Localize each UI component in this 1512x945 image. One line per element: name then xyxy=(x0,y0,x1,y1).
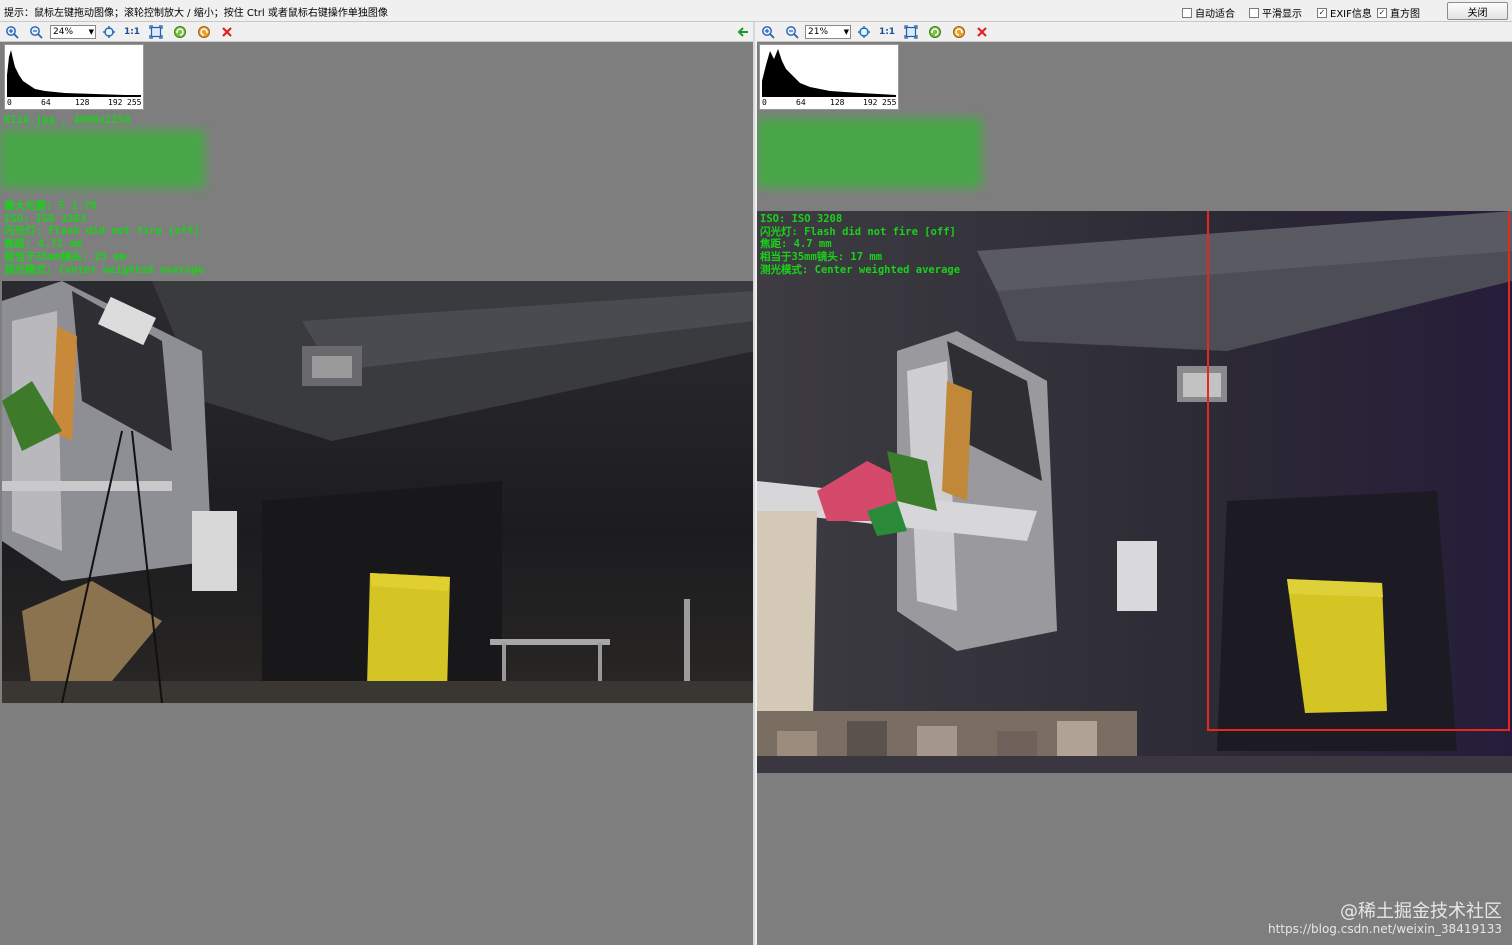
tick-label: 64 xyxy=(796,98,806,107)
exif-line: 闪光灯: Flash did not fire [off] xyxy=(760,225,956,238)
hint-text: 提示：鼠标左键拖动图像；滚轮控制放大 / 缩小；按住 Ctrl 或者鼠标右键操作… xyxy=(4,8,388,19)
zoom-in-icon[interactable] xyxy=(760,24,776,40)
right-image-pane[interactable]: 21% ▼ 1:1 0 64 128 192 255 ISO: ISO 3208… xyxy=(757,22,1512,945)
left-histogram: 0 64 128 192 255 xyxy=(4,44,144,110)
exif-file-line: K11A.jpg , 4000x2250 xyxy=(4,114,131,126)
tick-label: 192 xyxy=(863,98,878,107)
arrow-left-icon[interactable] xyxy=(735,24,751,40)
histogram-label: 直方图 xyxy=(1390,9,1420,20)
exif-info-list: ISO: ISO 3208 闪光灯: Flash did not fire [o… xyxy=(760,213,960,277)
chevron-down-icon: ▼ xyxy=(843,28,849,36)
exif-line: ISO: ISO 3208 xyxy=(760,213,843,225)
exif-info-checkbox[interactable]: ✓ xyxy=(1317,7,1327,18)
rotate-right-icon[interactable] xyxy=(196,24,212,40)
histogram-ticks: 0 64 128 192 255 xyxy=(5,98,143,108)
rotate-left-icon[interactable] xyxy=(927,24,943,40)
tick-label: 128 xyxy=(75,98,90,107)
right-histogram: 0 64 128 192 255 xyxy=(759,44,899,110)
zoom-out-icon[interactable] xyxy=(28,24,44,40)
actual-size-button[interactable]: 1:1 xyxy=(879,24,895,40)
fullscreen-icon[interactable] xyxy=(148,24,164,40)
exif-line: 测光模式: Center weighted average xyxy=(760,263,961,276)
watermark-site: @稀土掘金技术社区 xyxy=(1340,901,1502,922)
left-pane-toolbar: 24% ▼ 1:1 xyxy=(0,22,753,42)
smooth-display-checkbox[interactable] xyxy=(1249,7,1259,18)
zoom-level-value: 24% xyxy=(53,27,74,37)
redacted-exif-block xyxy=(757,118,982,188)
exif-line: 焦距: 4.7 mm xyxy=(760,238,832,251)
tick-label: 0 xyxy=(7,98,12,107)
option-auto-fit[interactable]: 自动适合 xyxy=(1182,5,1235,20)
left-photo[interactable] xyxy=(2,281,753,703)
chevron-down-icon: ▼ xyxy=(88,28,94,36)
exif-line: 焦距: 4.71 mm xyxy=(4,238,82,251)
close-image-icon[interactable] xyxy=(974,24,990,40)
close-button[interactable]: 关闭 xyxy=(1447,2,1508,20)
fit-window-icon[interactable] xyxy=(856,24,872,40)
watermark-url: https://blog.csdn.net/weixin_38419133 xyxy=(1267,922,1502,936)
redacted-exif-block xyxy=(0,130,205,188)
exif-line: 最大光圈: F 1.78 xyxy=(4,200,97,212)
exif-line: 闪光灯: Flash did not fire [off] xyxy=(4,225,200,238)
top-hint-bar: 提示：鼠标左键拖动图像；滚轮控制放大 / 缩小；按住 Ctrl 或者鼠标右键操作… xyxy=(0,0,1512,22)
smooth-display-label: 平滑显示 xyxy=(1262,9,1302,20)
tick-label: 64 xyxy=(41,98,51,107)
zoom-in-icon[interactable] xyxy=(4,24,20,40)
option-smooth-display[interactable]: 平滑显示 xyxy=(1249,5,1302,20)
option-histogram[interactable]: ✓ 直方图 xyxy=(1377,5,1420,20)
tick-label: 128 xyxy=(830,98,845,107)
compare-viewer-window: 提示：鼠标左键拖动图像；滚轮控制放大 / 缩小；按住 Ctrl 或者鼠标右键操作… xyxy=(0,0,1512,945)
exif-line: ISO: ISO 3203 xyxy=(4,212,87,225)
exif-line: 相当于35mm镜头: 25 mm xyxy=(4,250,127,263)
exif-info-label: EXIF信息 xyxy=(1330,9,1372,20)
right-pane-toolbar: 21% ▼ 1:1 xyxy=(757,22,1512,42)
exif-info-list: 最大光圈: F 1.78 ISO: ISO 3203 闪光灯: Flash di… xyxy=(4,200,204,276)
actual-size-button[interactable]: 1:1 xyxy=(124,24,140,40)
auto-fit-label: 自动适合 xyxy=(1195,9,1235,20)
rotate-left-icon[interactable] xyxy=(172,24,188,40)
fit-window-icon[interactable] xyxy=(101,24,117,40)
option-exif-info[interactable]: ✓ EXIF信息 xyxy=(1317,5,1372,20)
zoom-out-icon[interactable] xyxy=(784,24,800,40)
fullscreen-icon[interactable] xyxy=(903,24,919,40)
tick-label: 0 xyxy=(762,98,767,107)
exif-line: 测光模式: Center weighted average xyxy=(4,263,205,276)
zoom-level-select[interactable]: 21% ▼ xyxy=(805,25,851,39)
zoom-level-value: 21% xyxy=(808,27,829,37)
rotate-right-icon[interactable] xyxy=(951,24,967,40)
left-image-pane[interactable]: 24% ▼ 1:1 0 64 128 192 255 K11A.jpg , 40… xyxy=(0,22,755,945)
tick-label: 192 xyxy=(108,98,123,107)
tick-label: 255 xyxy=(127,98,142,107)
close-image-icon[interactable] xyxy=(219,24,235,40)
auto-fit-checkbox[interactable] xyxy=(1182,7,1192,18)
histogram-ticks: 0 64 128 192 255 xyxy=(760,98,898,108)
right-photo[interactable] xyxy=(757,211,1512,773)
exif-line: 相当于35mm镜头: 17 mm xyxy=(760,251,883,264)
histogram-checkbox[interactable]: ✓ xyxy=(1377,7,1387,18)
zoom-level-select[interactable]: 24% ▼ xyxy=(50,25,96,39)
tick-label: 255 xyxy=(882,98,897,107)
